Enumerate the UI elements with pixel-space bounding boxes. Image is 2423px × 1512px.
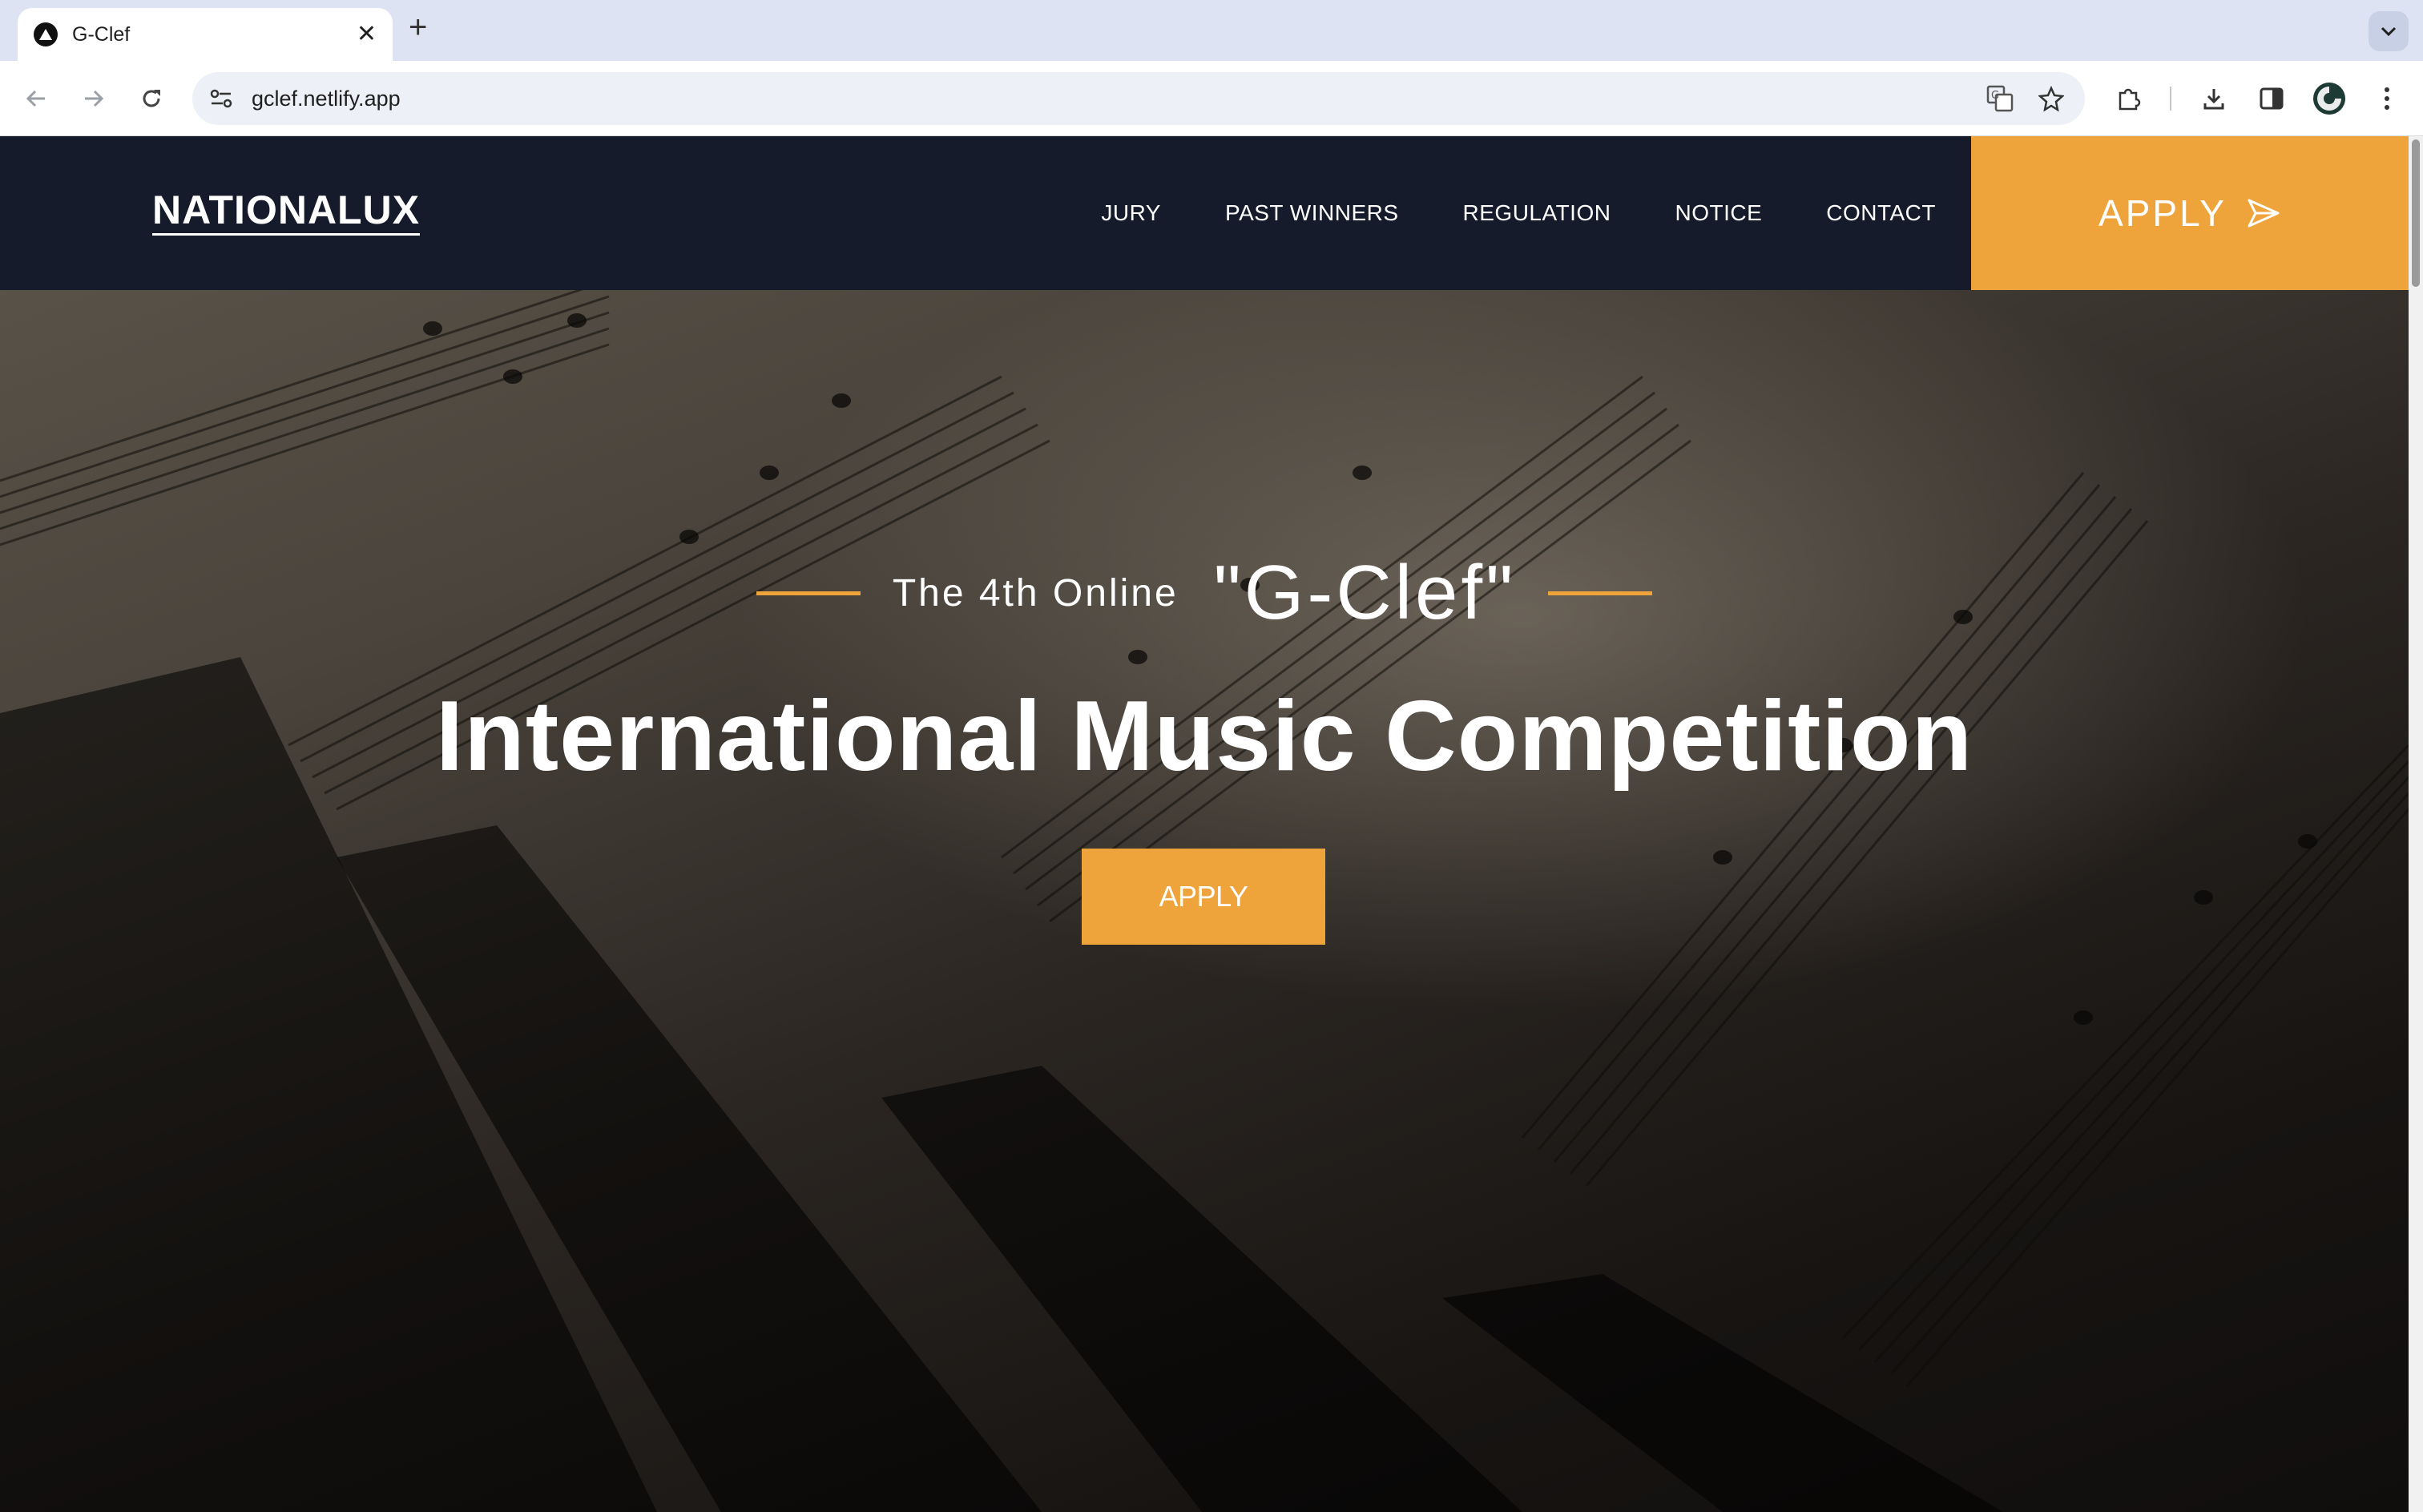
toolbar-divider: [2170, 87, 2171, 111]
address-bar[interactable]: gclef.netlify.app G: [192, 72, 2085, 125]
new-tab-button[interactable]: +: [409, 11, 427, 43]
chevron-down-icon: [2381, 26, 2397, 37]
main-nav: JURY PAST WINNERS REGULATION NOTICE CONT…: [1101, 136, 1936, 290]
header-apply-label: APPLY: [2098, 192, 2227, 234]
back-button[interactable]: [16, 79, 56, 119]
site-header: NATIONALUX JURY PAST WINNERS REGULATION …: [0, 136, 2409, 290]
nav-contact[interactable]: CONTACT: [1826, 200, 1936, 226]
hero-subtitle: The 4th Online "G-Clef": [0, 537, 2409, 649]
site-logo[interactable]: NATIONALUX: [152, 189, 421, 236]
nav-notice[interactable]: NOTICE: [1675, 200, 1762, 226]
close-icon[interactable]: ✕: [357, 22, 377, 46]
tab-title: G-Clef: [72, 22, 131, 46]
arrow-left-icon: [26, 90, 45, 107]
triangle-logo-icon: [34, 22, 58, 46]
scrollbar-thumb[interactable]: [2412, 139, 2420, 287]
browser-toolbar: gclef.netlify.app G: [0, 61, 2423, 136]
star-icon[interactable]: [2034, 81, 2069, 116]
tab-strip: G-Clef ✕ +: [0, 0, 2423, 61]
reload-button[interactable]: [131, 79, 171, 119]
nav-regulation[interactable]: REGULATION: [1463, 200, 1611, 226]
decorative-line-right: [1548, 591, 1653, 595]
tab-search-button[interactable]: [2369, 11, 2409, 51]
hero-competition-name: "G-Clef": [1213, 550, 1517, 635]
reload-icon: [143, 90, 160, 107]
site-settings-icon[interactable]: [205, 83, 237, 115]
hero-apply-button[interactable]: APPLY: [1082, 849, 1325, 945]
url-text: gclef.netlify.app: [252, 86, 401, 111]
send-icon: [2248, 199, 2280, 228]
forward-button[interactable]: [74, 79, 114, 119]
side-panel-icon[interactable]: [2253, 80, 2290, 117]
arrow-right-icon: [85, 90, 104, 107]
page-scrollbar[interactable]: [2409, 136, 2423, 1512]
hero-background-image: [0, 136, 2409, 1512]
nav-jury[interactable]: JURY: [1101, 200, 1161, 226]
extensions-icon[interactable]: [2111, 80, 2147, 117]
hero-edition: The 4th Online: [892, 571, 1179, 615]
profile-avatar[interactable]: [2311, 80, 2348, 117]
kebab-menu-icon[interactable]: [2369, 80, 2405, 117]
hero-title: International Music Competition: [435, 681, 1973, 792]
translate-icon[interactable]: G: [1982, 81, 2018, 116]
page-viewport: NATIONALUX JURY PAST WINNERS REGULATION …: [0, 136, 2409, 1512]
download-icon[interactable]: [2195, 80, 2232, 117]
nav-past-winners[interactable]: PAST WINNERS: [1225, 200, 1399, 226]
header-apply-button[interactable]: APPLY: [1971, 136, 2409, 290]
decorative-line-left: [756, 591, 861, 595]
browser-tab[interactable]: G-Clef ✕: [18, 8, 393, 61]
hero-apply-label: APPLY: [1159, 880, 1248, 913]
svg-text:G: G: [1991, 90, 1999, 102]
